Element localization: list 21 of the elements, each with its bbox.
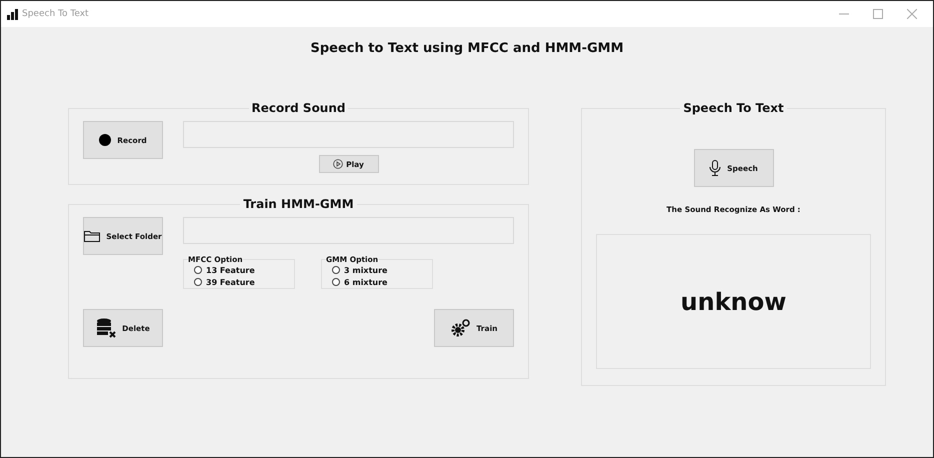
radio-option[interactable]: 39 Feature xyxy=(194,276,294,288)
radio-option[interactable]: 3 mixture xyxy=(332,264,432,276)
radio-option[interactable]: 6 mixture xyxy=(332,276,432,288)
folder-icon xyxy=(84,230,100,242)
maximize-icon[interactable] xyxy=(873,9,883,19)
panel-title: Train HMM-GMM xyxy=(242,197,355,211)
record-dot-icon xyxy=(99,134,112,146)
close-icon[interactable] xyxy=(907,9,917,19)
radio-option[interactable]: 13 Feature xyxy=(194,264,294,276)
database-delete-icon xyxy=(96,318,116,338)
gears-icon xyxy=(450,319,471,337)
window-title: Speech To Text xyxy=(22,9,89,19)
file-path-field[interactable] xyxy=(183,121,514,148)
app-icon xyxy=(7,8,18,20)
panel-title: Speech To Text xyxy=(682,101,785,115)
result-word: unknow xyxy=(680,288,786,316)
folder-path-field[interactable] xyxy=(183,217,514,244)
panel-title: Record Sound xyxy=(250,101,346,115)
play-icon xyxy=(333,159,344,169)
microphone-icon xyxy=(709,160,722,176)
app-heading: Speech to Text using MFCC and HMM-GMM xyxy=(309,41,625,58)
